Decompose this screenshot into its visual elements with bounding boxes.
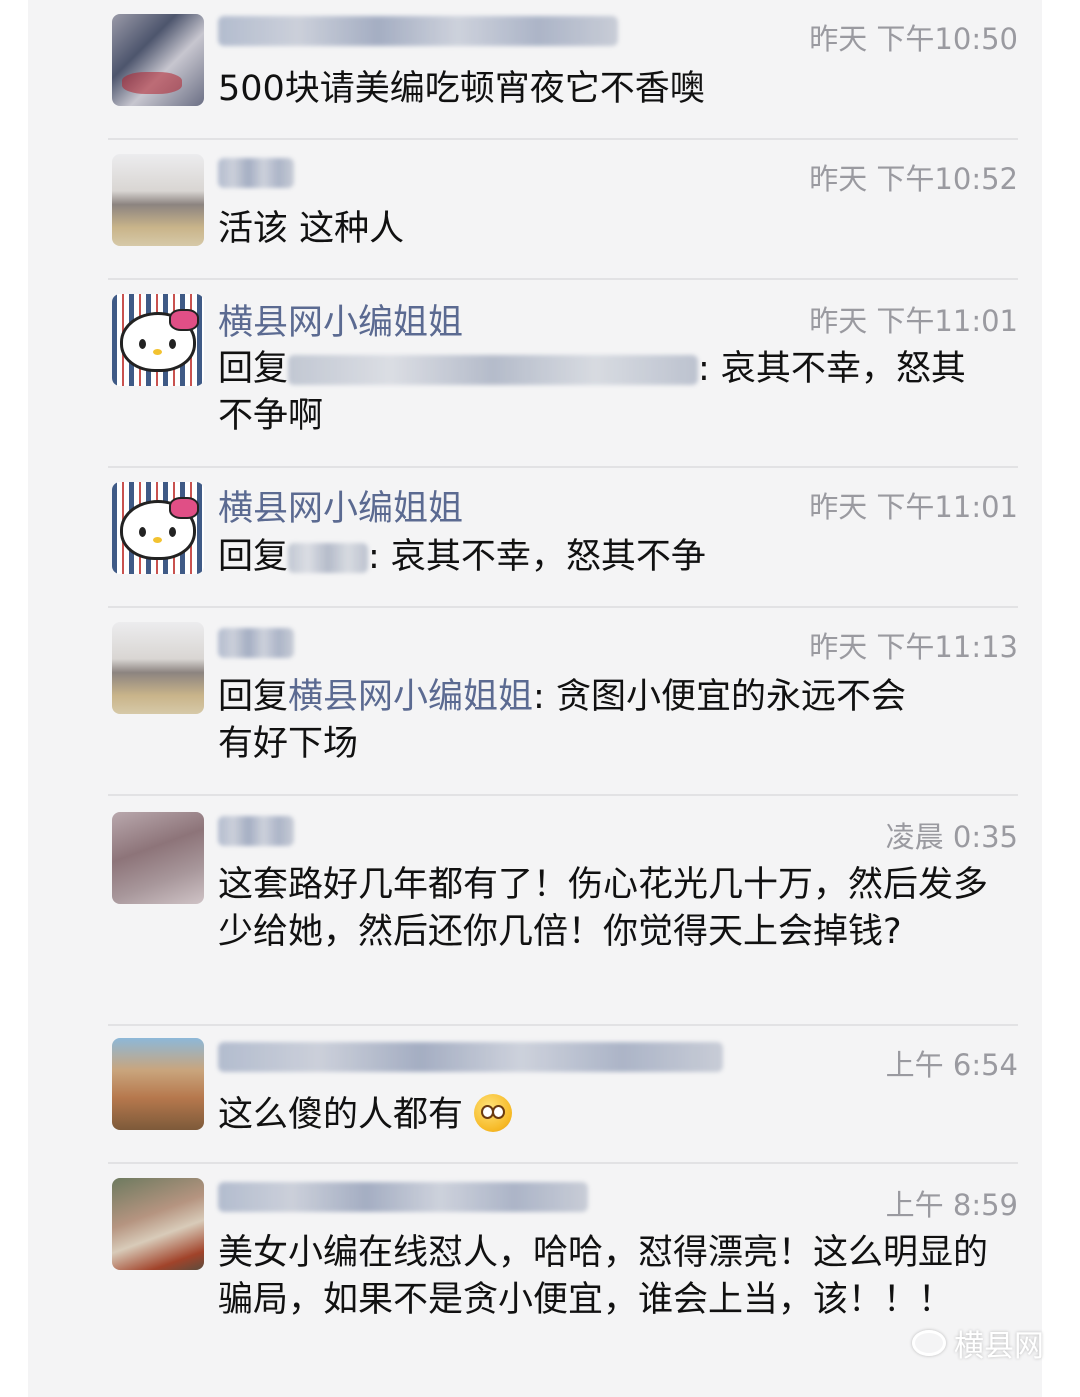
- comment-author[interactable]: 横县网小编姐姐: [218, 294, 463, 345]
- blurred-username[interactable]: [218, 1042, 723, 1072]
- watermark: 横县网: [912, 1321, 1044, 1365]
- comment-text: 500块请美编吃顿宵夜它不香噢: [218, 69, 705, 109]
- comment-author[interactable]: 横县网小编姐姐: [218, 480, 463, 531]
- comment-text: 回复 : 哀其不幸，怒其 不争啊: [218, 346, 1018, 440]
- comment-text: 这套路好几年都有了！伤心花光几十万，然后发多少给她，然后还你几倍！你觉得天上会掉…: [218, 865, 989, 952]
- reply-text: : 哀其不幸，怒其不争: [368, 537, 706, 577]
- comment-text: 回复横县网小编姐姐: 贪图小便宜的永远不会 有好下场: [218, 674, 1018, 768]
- comment-item: 昨天 下午10:50 500块请美编吃顿宵夜它不香噢: [108, 0, 1018, 140]
- comment-text: 这么傻的人都有: [218, 1092, 1018, 1139]
- blurred-username[interactable]: [218, 628, 294, 658]
- comment-text-content: 这么傻的人都有: [218, 1095, 464, 1135]
- avatar[interactable]: [112, 812, 204, 904]
- comment-time: 凌晨 0:35: [885, 820, 1018, 854]
- reply-text-line1: : 哀其不幸，怒其: [698, 349, 966, 389]
- reply-prefix: 回复: [218, 677, 289, 717]
- comment-text: 回复 : 哀其不幸，怒其不争: [218, 534, 1018, 581]
- comment-time: 上午 6:54: [885, 1048, 1018, 1082]
- comment-time: 昨天 下午11:01: [809, 304, 1018, 338]
- flushed-face-emoji: [474, 1094, 513, 1132]
- blurred-username[interactable]: [218, 816, 294, 846]
- comment-item: 上午 8:59 美女小编在线怼人，哈哈，怼得漂亮！这么明显的骗局，如果不是贪小便…: [108, 1164, 1018, 1397]
- comment-time: 上午 8:59: [885, 1188, 1018, 1222]
- blurred-username[interactable]: [218, 16, 618, 46]
- reply-prefix: 回复: [218, 349, 289, 389]
- comment-text: 美女小编在线怼人，哈哈，怼得漂亮！这么明显的骗局，如果不是贪小便宜，谁会上当，该…: [218, 1233, 989, 1320]
- reply-text-line1: : 贪图小便宜的永远不会: [533, 677, 906, 717]
- wechat-icon: [912, 1330, 946, 1356]
- comment-time: 昨天 下午11:01: [809, 490, 1018, 524]
- blurred-username[interactable]: [218, 158, 294, 188]
- comment-time: 昨天 下午10:50: [809, 22, 1018, 56]
- blurred-reply-target[interactable]: [288, 543, 369, 573]
- reply-target-link[interactable]: 横县网小编姐姐: [288, 677, 533, 717]
- avatar[interactable]: [112, 14, 204, 106]
- reply-text-line2: 有好下场: [218, 724, 359, 764]
- comment-item: 上午 6:54 这么傻的人都有: [108, 1024, 1018, 1164]
- hello-kitty-icon: [120, 497, 199, 560]
- avatar[interactable]: [112, 1038, 204, 1130]
- blurred-username[interactable]: [218, 1182, 588, 1212]
- hello-kitty-icon: [120, 309, 199, 372]
- avatar[interactable]: [112, 1178, 204, 1270]
- reply-text-line2: 不争啊: [218, 396, 324, 436]
- avatar[interactable]: [112, 294, 204, 386]
- comment-item: 昨天 下午10:52 活该 这种人: [108, 140, 1018, 280]
- avatar[interactable]: [112, 482, 204, 574]
- reply-prefix: 回复: [218, 537, 289, 577]
- comment-time: 昨天 下午11:13: [809, 630, 1018, 664]
- comment-text: 活该 这种人: [218, 209, 405, 249]
- blurred-reply-target[interactable]: [288, 355, 699, 385]
- comment-item: 昨天 下午11:13 回复横县网小编姐姐: 贪图小便宜的永远不会 有好下场: [108, 608, 1018, 796]
- comment-item: 横县网小编姐姐 昨天 下午11:01 回复 : 哀其不幸，怒其不争: [108, 468, 1018, 608]
- watermark-text: 横县网: [954, 1329, 1044, 1364]
- avatar[interactable]: [112, 154, 204, 246]
- comment-time: 昨天 下午10:52: [809, 162, 1018, 196]
- avatar[interactable]: [112, 622, 204, 714]
- comment-item: 横县网小编姐姐 昨天 下午11:01 回复 : 哀其不幸，怒其 不争啊: [108, 280, 1018, 468]
